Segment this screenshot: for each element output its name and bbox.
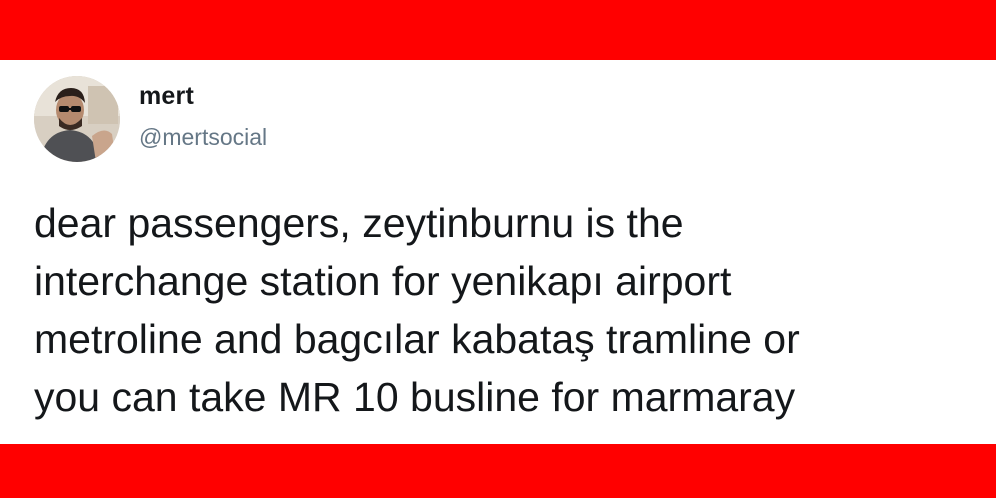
tweet-text: dear passengers, zeytinburnu is the inte… <box>34 194 984 426</box>
tweet-line: interchange station for yenikapı airport <box>34 258 732 304</box>
avatar[interactable] <box>34 76 120 162</box>
top-red-band <box>0 0 996 60</box>
author-name[interactable]: mert <box>139 82 194 111</box>
author-handle[interactable]: @mertsocial <box>139 124 267 151</box>
tweet-line: dear passengers, zeytinburnu is the <box>34 200 684 246</box>
tweet-line: metroline and bagcılar kabataş tramline … <box>34 316 800 362</box>
tweet-card: mert @mertsocial dear passengers, zeytin… <box>0 60 996 444</box>
avatar-photo-icon <box>34 76 120 162</box>
tweet-line: you can take MR 10 busline for marmaray <box>34 374 796 420</box>
bottom-red-band <box>0 444 996 498</box>
